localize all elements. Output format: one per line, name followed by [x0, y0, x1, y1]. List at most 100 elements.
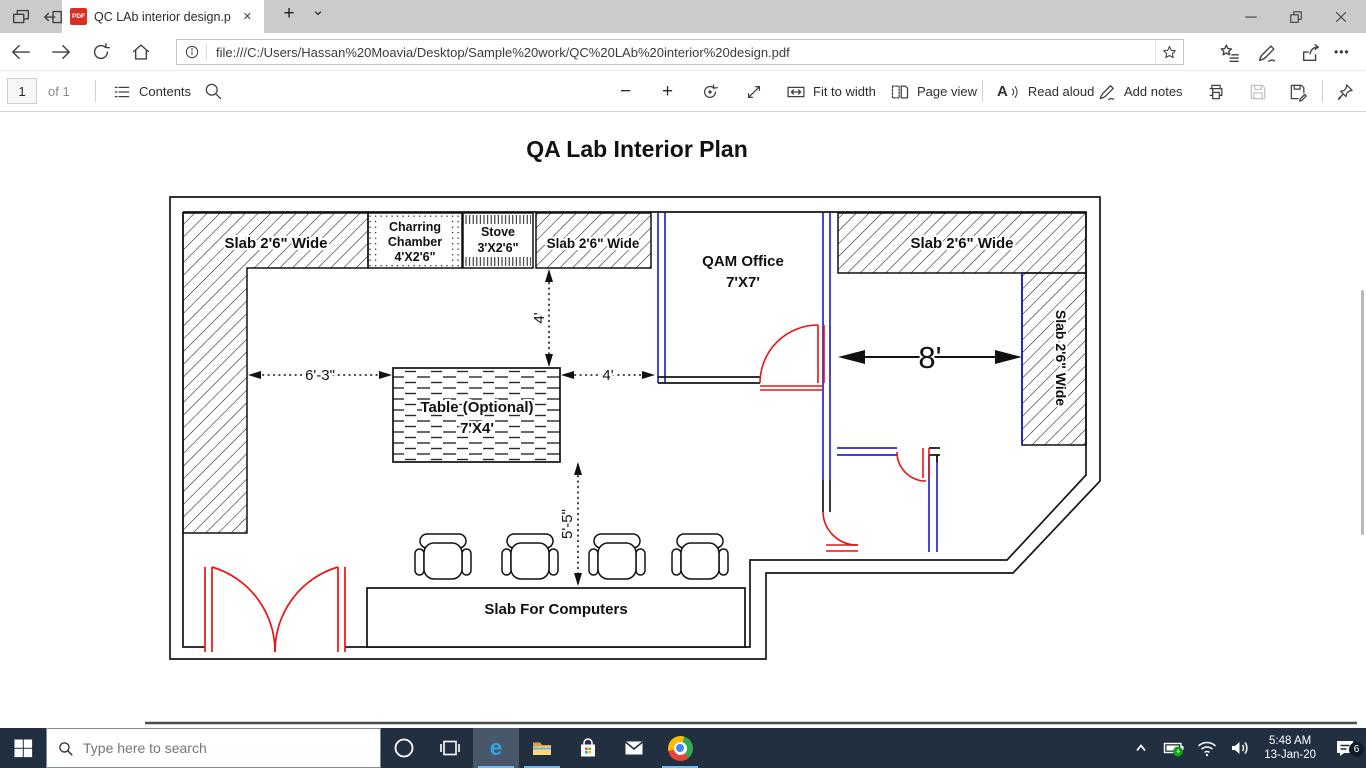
charring-label-1: Charring	[389, 220, 441, 234]
tab-preview-icon[interactable]	[10, 6, 32, 28]
entry-double-door	[205, 567, 345, 652]
add-notes-label: Add notes	[1124, 84, 1183, 99]
search-icon	[57, 740, 74, 757]
add-favorite-star-icon[interactable]	[1155, 40, 1183, 64]
contents-label: Contents	[139, 84, 191, 99]
dim-4-h-label: 4'	[602, 367, 613, 384]
clock-date: 13-Jan-20	[1264, 748, 1316, 762]
task-view-icon	[438, 736, 462, 760]
more-actions-icon[interactable]: •••	[1334, 45, 1356, 67]
fit-width-label: Fit to width	[813, 84, 876, 99]
taskbar-chrome-button[interactable]	[657, 728, 703, 768]
tray-battery-button[interactable]	[1157, 736, 1190, 760]
share-icon[interactable]	[1300, 42, 1322, 64]
refresh-icon[interactable]	[90, 41, 112, 63]
table-label-1: Table (Optional)	[420, 399, 533, 416]
address-row: file:///C:/Users/Hassan%20Moavia/Desktop…	[0, 33, 1366, 71]
stove-label-1: Stove	[481, 225, 515, 239]
read-aloud-button[interactable]: A Read aloud	[997, 71, 1094, 112]
forward-icon[interactable]	[50, 41, 72, 63]
fit-width-icon	[786, 82, 806, 102]
computer-slab-label: Slab For Computers	[484, 601, 627, 618]
qam-office-label-2: 7'X7'	[726, 274, 760, 291]
favorites-hub-icon[interactable]	[1219, 42, 1241, 64]
find-icon[interactable]	[203, 81, 223, 101]
taskbar-file-explorer-button[interactable]	[519, 728, 565, 768]
taskbar-edge-button[interactable]: e	[473, 728, 519, 768]
charring-label-3: 4'X2'6"	[394, 250, 435, 264]
notification-count-badge: 6	[1349, 742, 1364, 757]
resize-diagonal-icon	[744, 82, 764, 102]
dim-4-v-label: 4'	[531, 312, 548, 323]
tab-close-icon[interactable]: ✕	[239, 8, 256, 25]
slab-top-right-label: Slab 2'6" Wide	[910, 235, 1013, 252]
dim-8-label: 8'	[918, 340, 941, 375]
add-notes-pen-icon	[1097, 82, 1117, 102]
table-label-2: 7'X4'	[460, 420, 494, 437]
tab-title: QC LAb interior design.p	[94, 10, 239, 24]
store-icon	[576, 736, 600, 760]
restore-button[interactable]	[1273, 0, 1318, 33]
taskbar-mail-button[interactable]	[611, 728, 657, 768]
minimize-button[interactable]	[1228, 0, 1273, 33]
zoom-in-button[interactable]: +	[662, 71, 673, 112]
taskbar-store-button[interactable]	[565, 728, 611, 768]
divider	[1322, 80, 1323, 102]
web-note-pen-icon[interactable]	[1256, 42, 1278, 64]
unpin-toolbar-button[interactable]	[1335, 71, 1355, 112]
sound-waves-icon	[1010, 83, 1021, 101]
browser-tab[interactable]: PDF QC LAb interior design.p ✕	[62, 0, 264, 33]
action-center-button[interactable]: 6	[1324, 736, 1366, 760]
search-input[interactable]	[83, 740, 333, 756]
fit-to-width-button[interactable]: Fit to width	[786, 71, 876, 112]
tray-network-button[interactable]	[1190, 736, 1223, 760]
scrollbar[interactable]	[1361, 290, 1364, 535]
save-button[interactable]	[1248, 71, 1268, 112]
site-info-icon[interactable]	[177, 44, 207, 60]
speaker-icon	[1228, 736, 1252, 760]
close-button[interactable]	[1318, 0, 1363, 33]
tray-volume-button[interactable]	[1223, 736, 1256, 760]
print-icon	[1206, 82, 1226, 102]
zoom-out-button[interactable]: −	[620, 71, 631, 112]
slab-top-left-label: Slab 2'6" Wide	[224, 235, 327, 252]
plan-title: QA Lab Interior Plan	[526, 136, 748, 162]
hidden-icons-chevron-icon	[1129, 736, 1153, 760]
new-tab-button[interactable]: +	[276, 3, 302, 25]
pdf-toolbar: of 1 Contents − + Fit to width Page view…	[0, 71, 1366, 112]
task-view-button[interactable]	[427, 728, 473, 768]
contents-button[interactable]: Contents	[112, 71, 191, 112]
title-bar: PDF QC LAb interior design.p ✕ + ⌄	[0, 0, 1366, 33]
slab-top-mid-label: Slab 2'6" Wide	[547, 236, 640, 251]
svg-text:e: e	[490, 736, 502, 760]
rotate-button[interactable]	[700, 71, 720, 112]
rotate-icon	[700, 82, 720, 102]
divider	[95, 80, 96, 102]
home-icon[interactable]	[130, 41, 152, 63]
unpin-icon	[1335, 82, 1355, 102]
cortana-button[interactable]	[381, 728, 427, 768]
stove-label-2: 3'X2'6"	[477, 241, 518, 255]
address-bar[interactable]: file:///C:/Users/Hassan%20Moavia/Desktop…	[176, 39, 1184, 65]
tray-chevron-button[interactable]	[1124, 736, 1157, 760]
start-button[interactable]	[0, 728, 46, 768]
set-tabs-aside-icon[interactable]	[42, 6, 64, 28]
system-tray: 5:48 AM 13-Jan-20 6	[1124, 728, 1366, 768]
pdf-page: QA Lab Interior Plan	[0, 112, 1366, 728]
taskbar-clock[interactable]: 5:48 AM 13-Jan-20	[1256, 734, 1324, 763]
back-icon[interactable]	[10, 41, 32, 63]
dim-5-5-label: 5'-5"	[559, 509, 576, 539]
full-screen-button[interactable]	[744, 71, 764, 112]
utility-room-walls	[837, 448, 940, 552]
mail-icon	[622, 736, 646, 760]
add-notes-button[interactable]: Add notes	[1097, 71, 1183, 112]
page-number-input[interactable]	[7, 78, 37, 104]
save-as-button[interactable]	[1288, 71, 1308, 112]
tab-list-chevron-icon[interactable]: ⌄	[306, 1, 330, 19]
taskbar-search[interactable]	[46, 728, 381, 768]
url-text[interactable]: file:///C:/Users/Hassan%20Moavia/Desktop…	[207, 45, 1155, 60]
print-button[interactable]	[1206, 71, 1226, 112]
edge-icon: e	[484, 736, 508, 760]
page-count-label: of 1	[48, 84, 70, 99]
page-view-button[interactable]: Page view	[890, 71, 977, 112]
